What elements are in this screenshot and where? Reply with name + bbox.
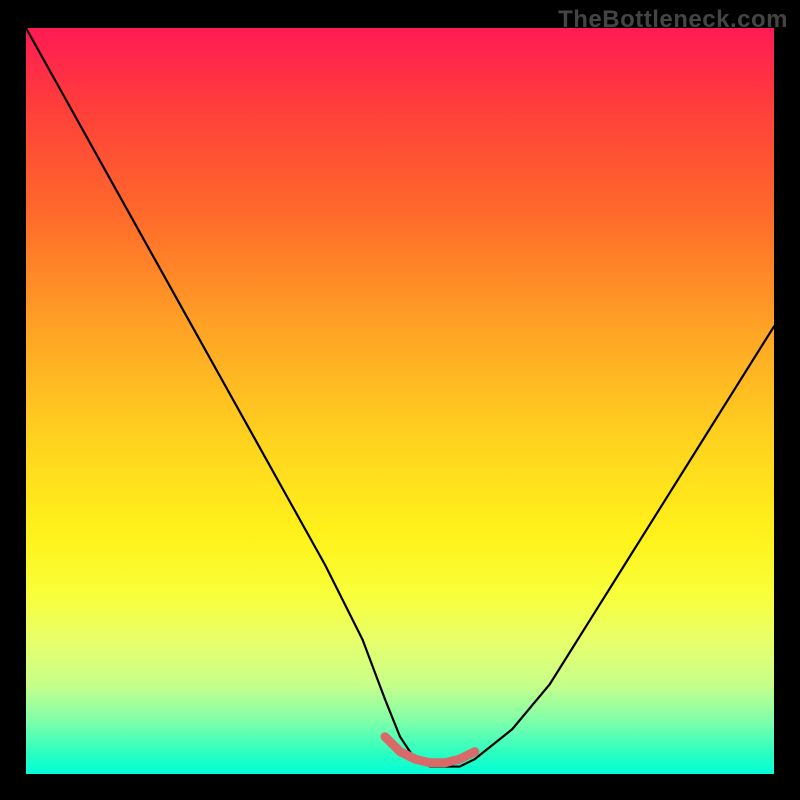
plot-area <box>26 28 774 774</box>
curve-minimum-highlight <box>385 737 475 763</box>
chart-frame: TheBottleneck.com <box>0 0 800 800</box>
watermark-text: TheBottleneck.com <box>558 6 788 34</box>
bottleneck-curve <box>26 28 774 767</box>
chart-svg <box>26 28 774 774</box>
